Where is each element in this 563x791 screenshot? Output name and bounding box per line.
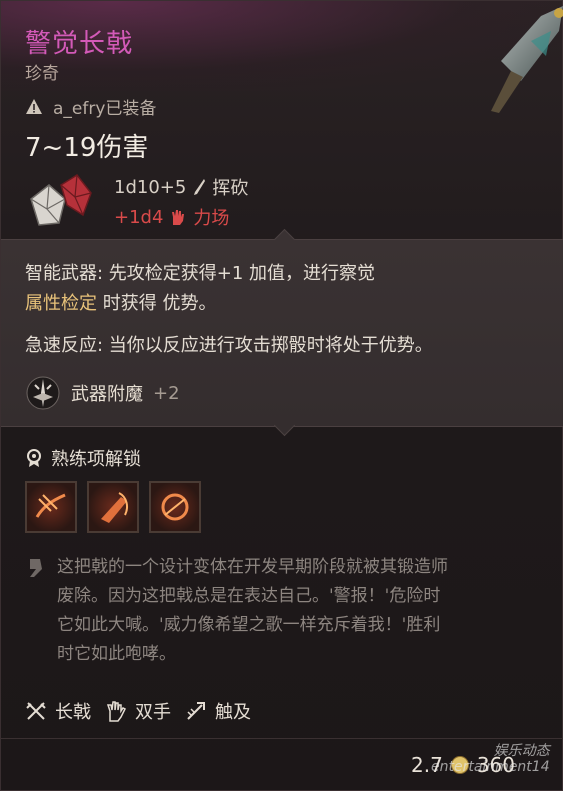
tag-two-handed-label: 双手 bbox=[135, 702, 171, 723]
proficiency-label: 熟练项解锁 bbox=[51, 449, 141, 470]
item-description: 这把戟的一个设计变体在开发早期阶段就被其锻造师 废除。因为这把戟总是在表达自己。… bbox=[57, 553, 547, 669]
enchantment-row: 武器附魔 +2 bbox=[25, 375, 180, 411]
enchantment-value: +2 bbox=[153, 382, 180, 404]
tag-halberd[interactable]: 长戟 bbox=[25, 698, 91, 724]
ability-quick-reaction: 急速反应: 当你以反应进行攻击掷骰时将处于优势。 bbox=[25, 331, 433, 361]
item-name: 警觉长戟 bbox=[25, 29, 134, 59]
proficiency-header: 熟练项解锁 bbox=[25, 445, 141, 471]
quote-icon bbox=[30, 559, 42, 577]
description-line: 这把戟的一个设计变体在开发早期阶段就被其锻造师 bbox=[57, 557, 448, 577]
watermark-line: entertainment14 bbox=[431, 759, 550, 775]
enchant-icon bbox=[26, 376, 60, 410]
reach-icon bbox=[187, 702, 205, 720]
equipped-by-label: a_efry已装备 bbox=[53, 99, 157, 119]
item-rarity: 珍奇 bbox=[25, 64, 59, 84]
damage-range: 7~19伤害 bbox=[25, 133, 149, 163]
footer-divider bbox=[1, 738, 563, 739]
enchantment-label: 武器附魔 bbox=[71, 384, 143, 405]
badge-icon bbox=[27, 449, 41, 467]
proficiency-actions bbox=[25, 481, 201, 533]
weapon-properties: 长戟 双手 触及 bbox=[25, 698, 251, 724]
damage-bonus-type: 力场 bbox=[193, 208, 230, 229]
force-hand-icon bbox=[172, 210, 185, 225]
ability-smart-weapon: 智能武器: 先攻检定获得+1 加值，进行察觉 属性检定 时获得 优势。 bbox=[25, 259, 375, 319]
item-tooltip: 警觉长戟 珍奇 a_efry已装备 7~19伤害 1d10+5 挥砍 +1d4 … bbox=[0, 0, 563, 791]
description-line: 废除。因为这把戟总是在表达自己。'警报！'危险时 bbox=[57, 586, 441, 606]
ability-line: 属性检定 时获得 优势。 bbox=[25, 293, 217, 314]
tag-reach-label: 触及 bbox=[215, 702, 251, 723]
warning-icon bbox=[26, 98, 42, 114]
halberd-art-icon bbox=[491, 6, 563, 113]
attribute-check-link[interactable]: 属性检定 bbox=[25, 293, 97, 314]
damage-bonus-dice: +1d4 bbox=[114, 206, 164, 228]
description-line: 时它如此咆哮。 bbox=[57, 644, 176, 664]
damage-main-dice: 1d10+5 bbox=[114, 176, 187, 198]
damage-bonus: +1d4 力场 bbox=[114, 204, 229, 230]
ability-line: 智能武器: 先攻检定获得+1 加值，进行察觉 bbox=[25, 263, 376, 284]
damage-main: 1d10+5 挥砍 bbox=[114, 174, 248, 200]
tag-halberd-label: 长戟 bbox=[55, 702, 91, 723]
cleave-icon bbox=[101, 492, 128, 523]
action-slot[interactable] bbox=[87, 481, 139, 533]
equipped-status: a_efry已装备 bbox=[25, 94, 156, 119]
halberd-icon bbox=[26, 702, 46, 720]
pommel-strike-icon bbox=[161, 493, 189, 521]
action-slot[interactable] bbox=[25, 481, 77, 533]
watermark-line: 娱乐动态 bbox=[493, 743, 550, 759]
dice-icon bbox=[30, 174, 92, 226]
two-hand-icon bbox=[106, 701, 127, 722]
damage-main-type: 挥砍 bbox=[212, 178, 249, 199]
watermark: 娱乐动态 entertainment14 bbox=[431, 743, 550, 775]
description-line: 它如此大喊。'威力像希望之歌一样充斥着我！'胜利 bbox=[57, 615, 441, 635]
lacerate-icon bbox=[35, 493, 66, 518]
action-slot[interactable] bbox=[149, 481, 201, 533]
sword-icon bbox=[194, 179, 206, 195]
tag-two-handed[interactable]: 双手 bbox=[105, 698, 171, 724]
ability-line: 急速反应: 当你以反应进行攻击掷骰时将处于优势。 bbox=[25, 335, 433, 356]
tag-reach[interactable]: 触及 bbox=[185, 698, 251, 724]
